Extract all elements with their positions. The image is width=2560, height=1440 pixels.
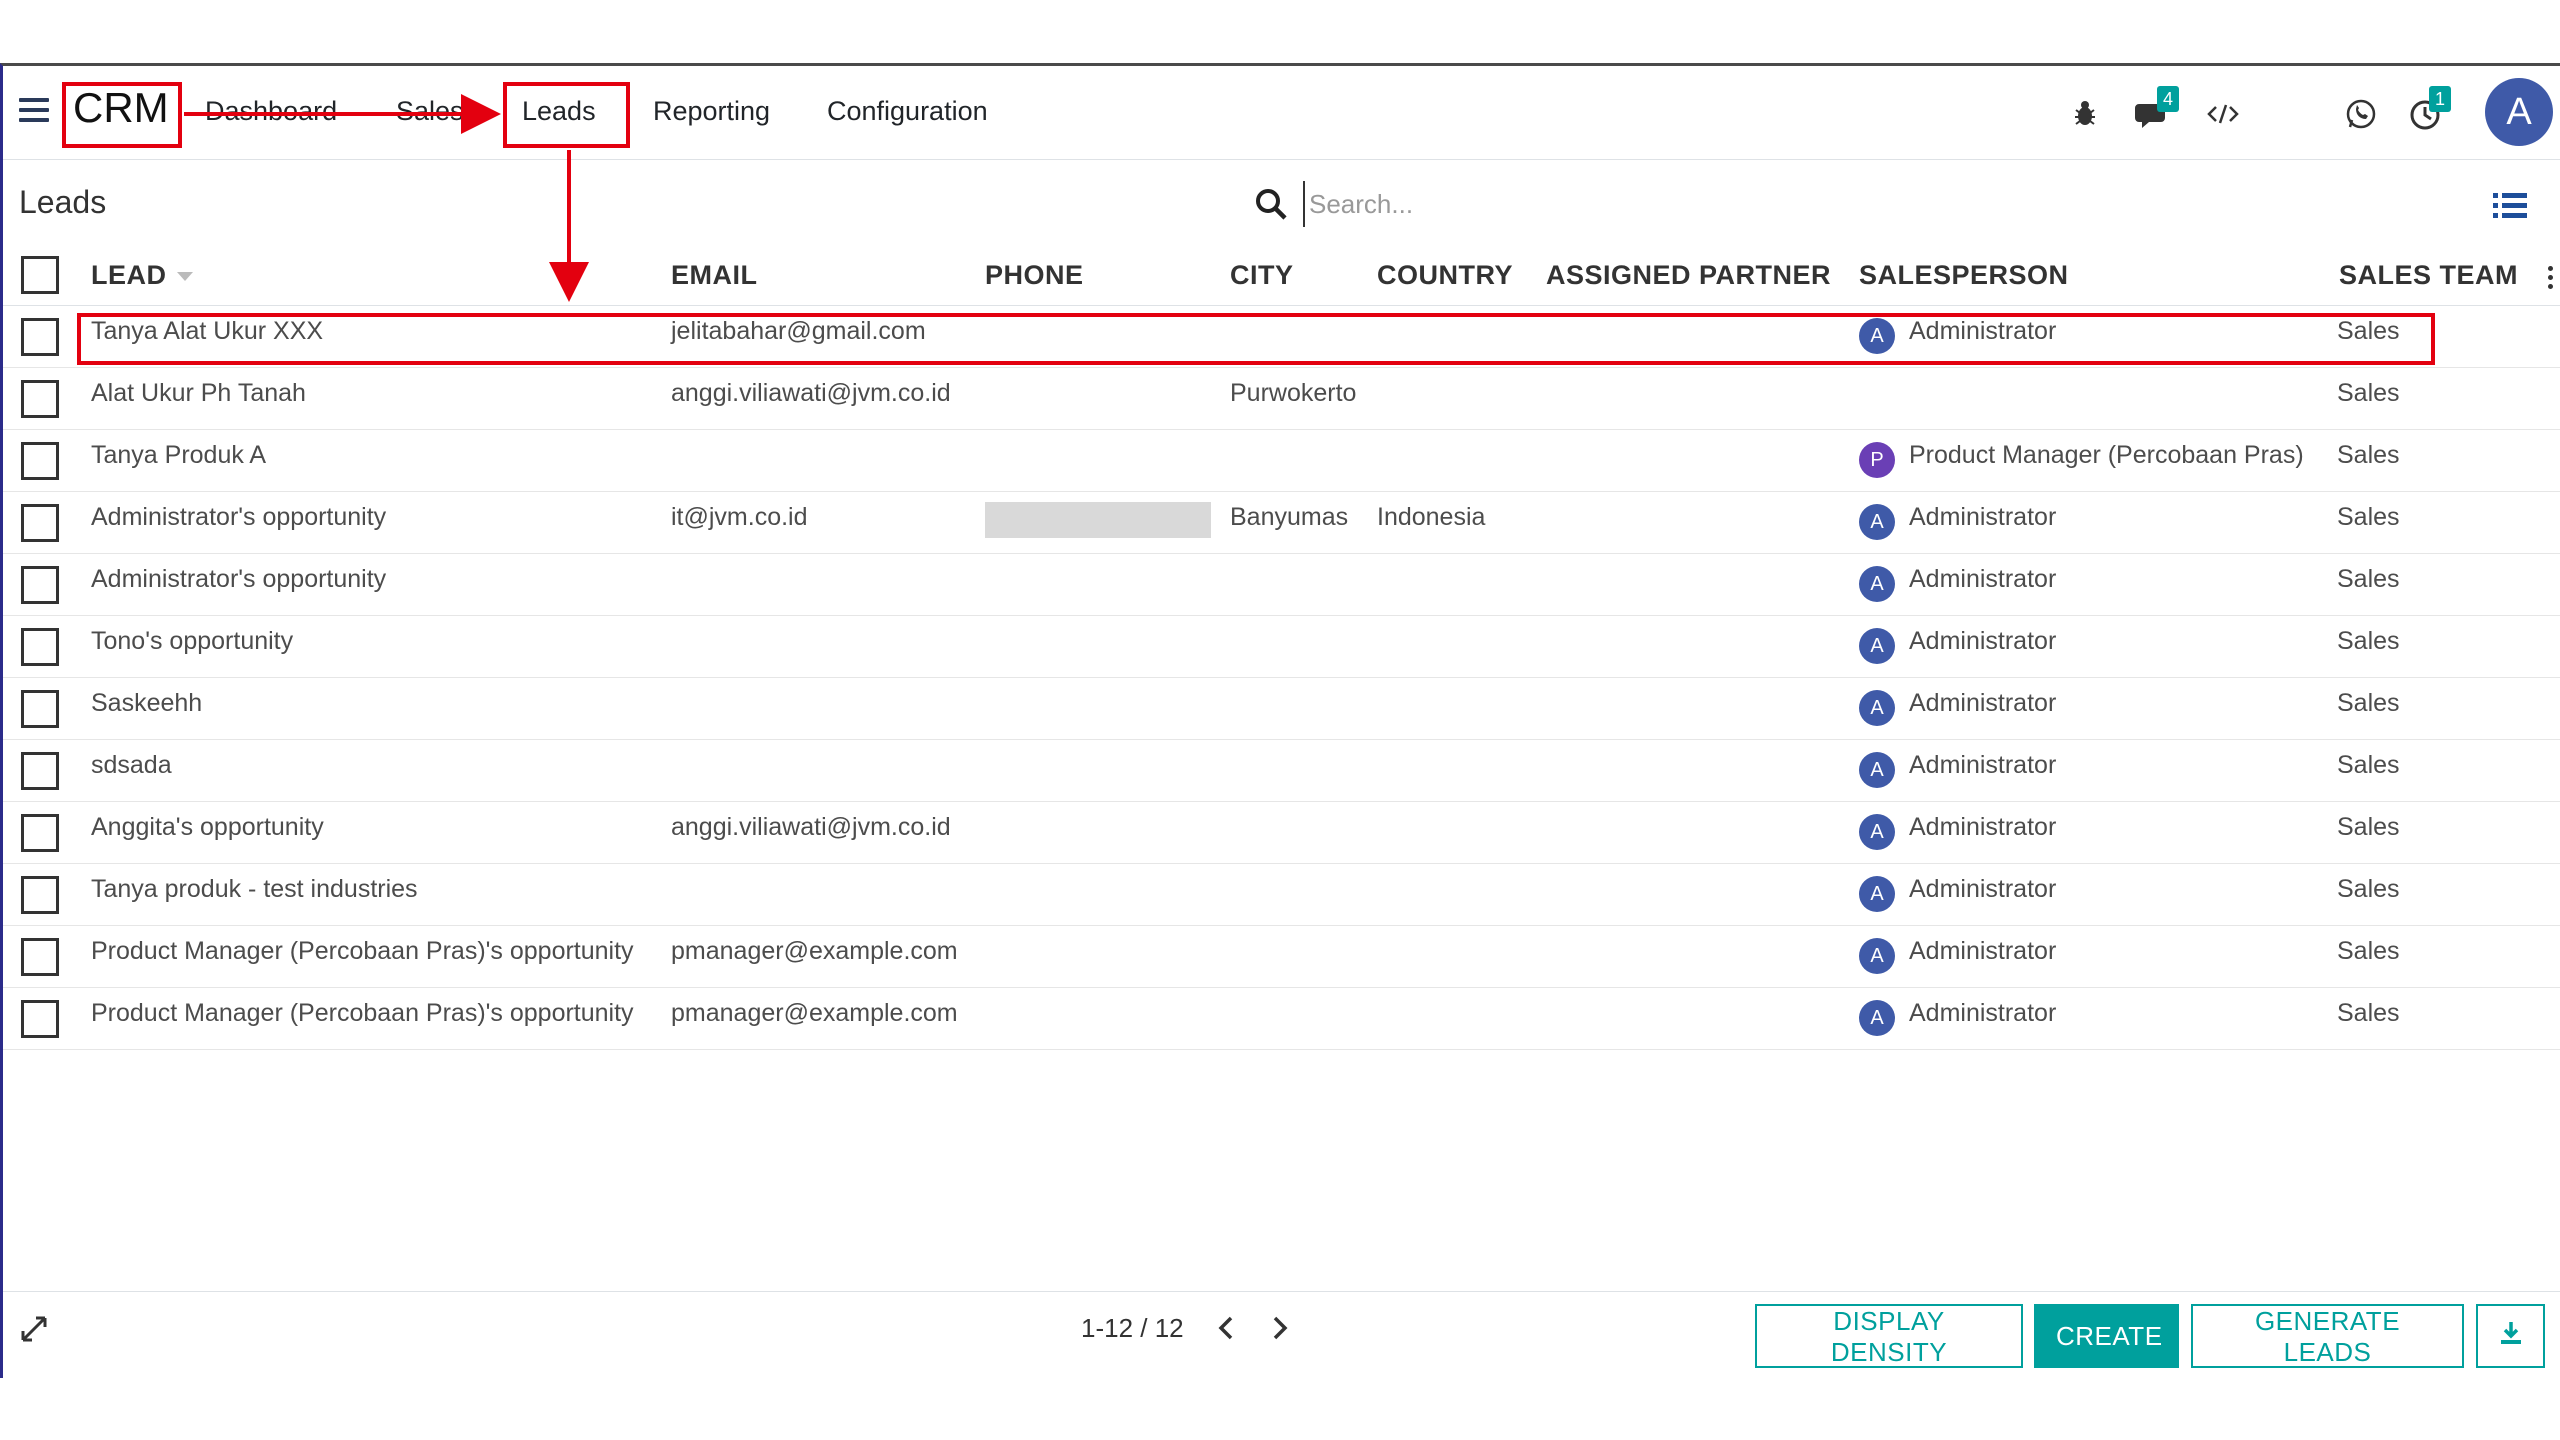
table-row[interactable]: Anggita's opportunity anggi.viliawati@jvm… [3, 802, 2560, 864]
display-density-button[interactable]: DISPLAY DENSITY [1755, 1304, 2023, 1368]
cell-sales-team: Sales [2337, 813, 2400, 841]
salesperson-avatar: A [1859, 690, 1895, 726]
row-checkbox[interactable] [21, 752, 59, 790]
annotation-arrows [184, 94, 589, 302]
cell-lead: Anggita's opportunity [91, 813, 324, 841]
cell-lead: Administrator's opportunity [91, 503, 387, 531]
cell-salesperson: Administrator [1909, 627, 2057, 655]
table-row[interactable]: Saskeehh A Administrator Sales [3, 678, 2560, 740]
cell-salesperson: Administrator [1909, 813, 2057, 841]
row-checkbox[interactable] [21, 814, 59, 852]
cell-salesperson: Administrator [1909, 875, 2057, 903]
table-row[interactable]: Administrator's opportunity A Administrato… [3, 554, 2560, 616]
cell-sales-team: Sales [2337, 565, 2400, 593]
cell-salesperson: Administrator [1909, 565, 2057, 593]
row-checkbox[interactable] [21, 504, 59, 542]
cell-email: pmanager@example.com [671, 937, 958, 965]
crm-app-window: CRM Dashboard Sales Leads Reporting Conf… [0, 63, 2560, 1378]
cell-country: Indonesia [1377, 503, 1486, 531]
cell-sales-team: Sales [2337, 503, 2400, 531]
cell-sales-team: Sales [2337, 627, 2400, 655]
cell-email: pmanager@example.com [671, 999, 958, 1027]
footer-bar: 1-12 / 12 DISPLAY DENSITY CREATE GENERAT… [3, 1291, 2560, 1378]
cell-lead: Saskeehh [91, 689, 203, 717]
pager-next-icon[interactable] [1265, 1310, 1295, 1346]
salesperson-avatar: A [1859, 566, 1895, 602]
table-row[interactable]: sdsada A Administrator Sales [3, 740, 2560, 802]
row-checkbox[interactable] [21, 628, 59, 666]
row-checkbox[interactable] [21, 690, 59, 728]
cell-sales-team: Sales [2337, 689, 2400, 717]
salesperson-avatar: A [1859, 938, 1895, 974]
row-checkbox[interactable] [21, 1000, 59, 1038]
pager-previous-icon[interactable] [1211, 1310, 1241, 1346]
table-row[interactable]: Administrator's opportunity it@jvm.co.id B… [3, 492, 2560, 554]
salesperson-avatar: A [1859, 504, 1895, 540]
expand-icon[interactable] [19, 1314, 49, 1344]
table-row[interactable]: Tono's opportunity A Administrator Sales [3, 616, 2560, 678]
row-checkbox[interactable] [21, 566, 59, 604]
cell-city: Banyumas [1230, 503, 1349, 531]
table-row[interactable]: Tanya produk - test industries A Administr… [3, 864, 2560, 926]
salesperson-avatar: A [1859, 752, 1895, 788]
row-checkbox[interactable] [21, 876, 59, 914]
cell-salesperson: Administrator [1909, 999, 2057, 1027]
cell-lead: Product Manager (Percobaan Pras)'s oppor… [91, 937, 634, 965]
cell-sales-team: Sales [2337, 937, 2400, 965]
phone-redacted [985, 502, 1211, 538]
cell-lead: Product Manager (Percobaan Pras)'s oppor… [91, 999, 634, 1027]
cell-email: anggi.viliawati@jvm.co.id [671, 813, 951, 841]
create-button[interactable]: CREATE [2034, 1304, 2179, 1368]
salesperson-avatar: A [1859, 1000, 1895, 1036]
salesperson-avatar: A [1859, 814, 1895, 850]
cell-lead: Tono's opportunity [91, 627, 294, 655]
cell-salesperson: Administrator [1909, 503, 2057, 531]
table-row[interactable]: Product Manager (Percobaan Pras)'s oppor… [3, 926, 2560, 988]
download-icon [2500, 1321, 2521, 1344]
salesperson-avatar: A [1859, 876, 1895, 912]
cell-salesperson: Administrator [1909, 689, 2057, 717]
cell-lead: Tanya produk - test industries [91, 875, 418, 903]
cell-sales-team: Sales [2337, 999, 2400, 1027]
salesperson-avatar: A [1859, 628, 1895, 664]
cell-salesperson: Administrator [1909, 937, 2057, 965]
cell-sales-team: Sales [2337, 875, 2400, 903]
cell-email: it@jvm.co.id [671, 503, 808, 531]
generate-leads-button[interactable]: GENERATE LEADS [2191, 1304, 2464, 1368]
cell-lead: sdsada [91, 751, 172, 779]
cell-salesperson: Administrator [1909, 751, 2057, 779]
cell-lead: Administrator's opportunity [91, 565, 387, 593]
cell-sales-team: Sales [2337, 751, 2400, 779]
row-checkbox[interactable] [21, 938, 59, 976]
download-button[interactable] [2476, 1304, 2545, 1368]
table-row[interactable]: Product Manager (Percobaan Pras)'s oppor… [3, 988, 2560, 1050]
pager-value[interactable]: 1-12 / 12 [1081, 1313, 1184, 1344]
